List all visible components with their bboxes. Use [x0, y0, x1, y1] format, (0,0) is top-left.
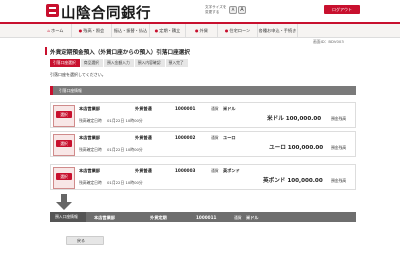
- account-type: 外貨普通: [135, 168, 152, 173]
- currency: 米ドル: [223, 106, 236, 111]
- date-label: 残高確定日時: [79, 180, 102, 185]
- account-row: 選択 本店営業部 外貨普通 1000002 通貨 ユーロ 残高確定日時 01月2…: [50, 131, 356, 157]
- step-1: 引落口座選択: [50, 59, 80, 67]
- account-number: 1000003: [175, 168, 196, 173]
- select-button[interactable]: 選択: [56, 173, 72, 180]
- home-icon: ⌂: [47, 28, 51, 33]
- branch-name: 本店営業部: [79, 135, 100, 140]
- down-arrow-icon: [56, 194, 72, 210]
- title-accent: [45, 47, 47, 55]
- nav-item-home[interactable]: ⌂ ホーム: [40, 24, 72, 37]
- fontsize-large-button[interactable]: A: [238, 6, 246, 14]
- nav-label: 外貨: [199, 28, 208, 33]
- balance-label: 預金残高: [331, 116, 347, 121]
- row-select-cell: 選択: [53, 105, 75, 127]
- step-5: 預入完了: [165, 59, 188, 67]
- account-row: 選択 本店営業部 外貨普通 1000003 通貨 英ポンド 残高確定日時 01月…: [50, 164, 356, 190]
- row-select-cell: 選択: [53, 167, 75, 189]
- select-button[interactable]: 選択: [56, 140, 72, 147]
- balance-amount: 英ポンド 100,000.00: [263, 178, 323, 184]
- balance-date: 01月22日 10時00分: [107, 180, 143, 185]
- nav-label: ホーム: [51, 28, 64, 33]
- balance-label: 預金残高: [331, 178, 347, 183]
- list-header-label: 引落口座情報: [59, 88, 82, 93]
- account-list-header: 引落口座情報: [50, 86, 356, 95]
- bank-name: 山陰合同銀行: [61, 6, 151, 22]
- row-select-cell: 選択: [53, 134, 75, 156]
- nav-label: 定期・積立: [159, 28, 181, 33]
- select-button[interactable]: 選択: [56, 111, 72, 118]
- destination-account-number: 1000011: [196, 214, 217, 220]
- nav-item-applications[interactable]: 各種お申込・手続き: [258, 24, 298, 37]
- balance-label: 預金残高: [331, 145, 347, 150]
- currency: ユーロ: [223, 135, 236, 140]
- balance-amount: ユーロ 100,000.00: [269, 145, 324, 151]
- bullet-icon: ●: [78, 28, 83, 33]
- branch-name: 本店営業部: [79, 106, 100, 111]
- date-label: 残高確定日時: [79, 147, 102, 152]
- account-type: 外貨普通: [135, 135, 152, 140]
- account-type: 外貨普通: [135, 106, 152, 111]
- site-header: 山陰合同銀行 文字サイズを変更する A A ログアウト: [0, 0, 400, 22]
- destination-label: 預入口座情報: [50, 212, 86, 222]
- bullet-icon: ●: [154, 28, 159, 33]
- currency-label: 通貨: [211, 106, 219, 111]
- destination-type: 外貨定期: [150, 214, 167, 220]
- step-2: 商品選択: [80, 59, 103, 67]
- destination-currency: 米ドル: [246, 214, 259, 220]
- account-number: 1000001: [175, 106, 196, 111]
- page-title: 外貨定期預金預入（外貨口座からの預入）引落口座選択: [50, 50, 190, 56]
- screen-id: 画面ID：BDV003: [313, 39, 344, 44]
- branch-name: 本店営業部: [79, 168, 100, 173]
- nav-item-transfer[interactable]: 振込・振替・払込: [112, 24, 150, 37]
- nav-label: 各種お申込・手続き: [258, 28, 297, 33]
- step-4: 預入内容確認: [134, 59, 165, 67]
- currency-label: 通貨: [211, 168, 219, 173]
- nav-item-balance[interactable]: ● 残高・照会: [72, 24, 112, 37]
- step-indicator: 引落口座選択 商品選択 預入金額入力 預入内容確認 預入完了: [50, 59, 189, 68]
- account-row: 選択 本店営業部 外貨普通 1000001 通貨 米ドル 残高確定日時 01月2…: [50, 102, 356, 128]
- balance-date: 01月22日 10時00分: [107, 118, 143, 123]
- step-3: 預入金額入力: [103, 59, 134, 67]
- nav-item-foreign[interactable]: ● 外貨: [186, 24, 218, 37]
- destination-branch: 本店営業部: [94, 214, 115, 220]
- fontsize-small-button[interactable]: A: [229, 6, 237, 14]
- nav-label: 住宅ローン: [229, 28, 251, 33]
- logout-button[interactable]: ログアウト: [324, 5, 360, 14]
- balance-date: 01月22日 10時00分: [107, 147, 143, 152]
- bank-logo-icon: [46, 4, 59, 17]
- instruction-text: 引落口座を選択してください。: [50, 72, 106, 77]
- nav-label: 残高・照会: [83, 28, 105, 33]
- destination-currency-label: 通貨: [234, 214, 242, 220]
- currency-label: 通貨: [211, 135, 219, 140]
- destination-account-bar: 預入口座情報 本店営業部 外貨定期 1000011 通貨 米ドル: [50, 212, 356, 222]
- account-number: 1000002: [175, 135, 196, 140]
- bullet-icon: ●: [224, 28, 229, 33]
- nav-item-deposit[interactable]: ● 定期・積立: [150, 24, 186, 37]
- nav-label: 振込・振替・払込: [113, 28, 148, 33]
- back-button[interactable]: 戻る: [66, 236, 104, 245]
- date-label: 残高確定日時: [79, 118, 102, 123]
- nav-item-loan[interactable]: ● 住宅ローン: [218, 24, 258, 37]
- global-nav: ⌂ ホーム ● 残高・照会 振込・振替・払込 ● 定期・積立 ● 外貨 ● 住宅…: [0, 22, 400, 38]
- balance-amount: 米ドル 100,000.00: [267, 116, 322, 122]
- bullet-icon: ●: [195, 28, 199, 33]
- fontsize-label: 文字サイズを変更する: [205, 5, 227, 14]
- currency: 英ポンド: [223, 168, 240, 173]
